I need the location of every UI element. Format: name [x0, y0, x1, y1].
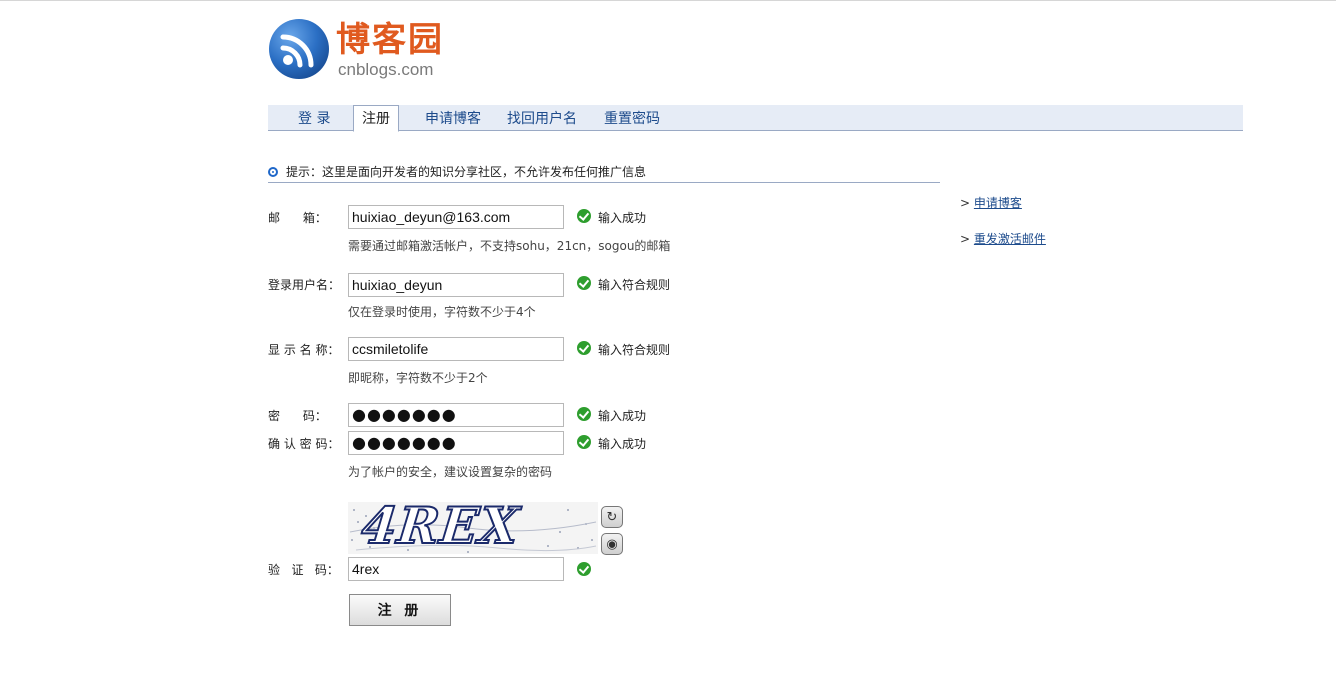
tab-reset-password[interactable]: 重置密码: [604, 108, 660, 130]
display-name-label: 显 示 名 称：: [268, 343, 340, 357]
register-button[interactable]: 注 册: [349, 594, 451, 626]
check-icon: [577, 435, 591, 449]
captcha-label: 验 证 码：: [268, 563, 339, 577]
confirm-password-label: 确 认 密 码：: [268, 437, 340, 451]
password-hint: 为了帐户的安全，建议设置复杂的密码: [348, 465, 553, 479]
check-icon: [577, 209, 591, 223]
check-icon: [577, 276, 591, 290]
audio-captcha-icon[interactable]: ◉: [601, 533, 623, 555]
password-label: 密 码：: [268, 409, 327, 423]
display-name-hint: 即昵称，字符数不少于2个: [348, 371, 488, 385]
captcha-field[interactable]: 4rex: [348, 557, 564, 581]
top-divider: [0, 0, 1336, 1]
link-prefix: >: [960, 232, 971, 246]
username-hint: 仅在登录时使用，字符数不少于4个: [348, 305, 536, 319]
username-status: 输入符合规则: [598, 278, 671, 292]
captcha-image: 4REX: [348, 502, 598, 554]
email-hint: 需要通过邮箱激活帐户，不支持sohu，21cn，sogou的邮箱: [348, 239, 671, 253]
notice-bar: 提示：这里是面向开发者的知识分享社区，不允许发布任何推广信息: [268, 164, 940, 183]
tab-register[interactable]: 注册: [353, 105, 399, 132]
confirm-password-status: 输入成功: [598, 437, 647, 451]
check-icon: [577, 562, 591, 576]
tab-find-username[interactable]: 找回用户名: [507, 108, 577, 130]
apply-blog-link[interactable]: 申请博客: [974, 196, 1022, 210]
check-icon: [577, 407, 591, 421]
nav-bar: 登 录 注册 申请博客 找回用户名 重置密码: [268, 105, 1243, 132]
refresh-captcha-icon[interactable]: ↻: [601, 506, 623, 528]
site-logo[interactable]: 博客园 cnblogs.com: [268, 18, 468, 82]
email-status: 输入成功: [598, 211, 647, 225]
email-label: 邮 箱：: [268, 211, 327, 225]
logo-title: 博客园: [336, 20, 444, 60]
confirm-password-field[interactable]: ●●●●●●●: [348, 431, 564, 455]
sidebar-item-resend-activation: > 重发激活邮件: [960, 231, 1046, 247]
sidebar-item-apply-blog: > 申请博客: [960, 195, 1022, 211]
logo-subtitle: cnblogs.com: [338, 60, 434, 79]
password-status: 输入成功: [598, 409, 647, 423]
radio-dot-icon: [268, 167, 278, 177]
notice-text: 提示：这里是面向开发者的知识分享社区，不允许发布任何推广信息: [286, 165, 647, 179]
email-field[interactable]: huixiao_deyun@163.com: [348, 205, 564, 229]
username-label: 登录用户名：: [268, 278, 341, 292]
password-field[interactable]: ●●●●●●●: [348, 403, 564, 427]
tab-login[interactable]: 登 录: [298, 108, 330, 130]
check-icon: [577, 341, 591, 355]
captcha-text: 4REX: [358, 502, 523, 554]
link-prefix: >: [960, 196, 971, 210]
rss-feed-icon: [269, 19, 329, 79]
tab-apply-blog[interactable]: 申请博客: [425, 108, 481, 130]
username-field[interactable]: huixiao_deyun: [348, 273, 564, 297]
resend-activation-link[interactable]: 重发激活邮件: [974, 232, 1046, 246]
display-name-field[interactable]: ccsmiletolife: [348, 337, 564, 361]
display-name-status: 输入符合规则: [598, 343, 671, 357]
